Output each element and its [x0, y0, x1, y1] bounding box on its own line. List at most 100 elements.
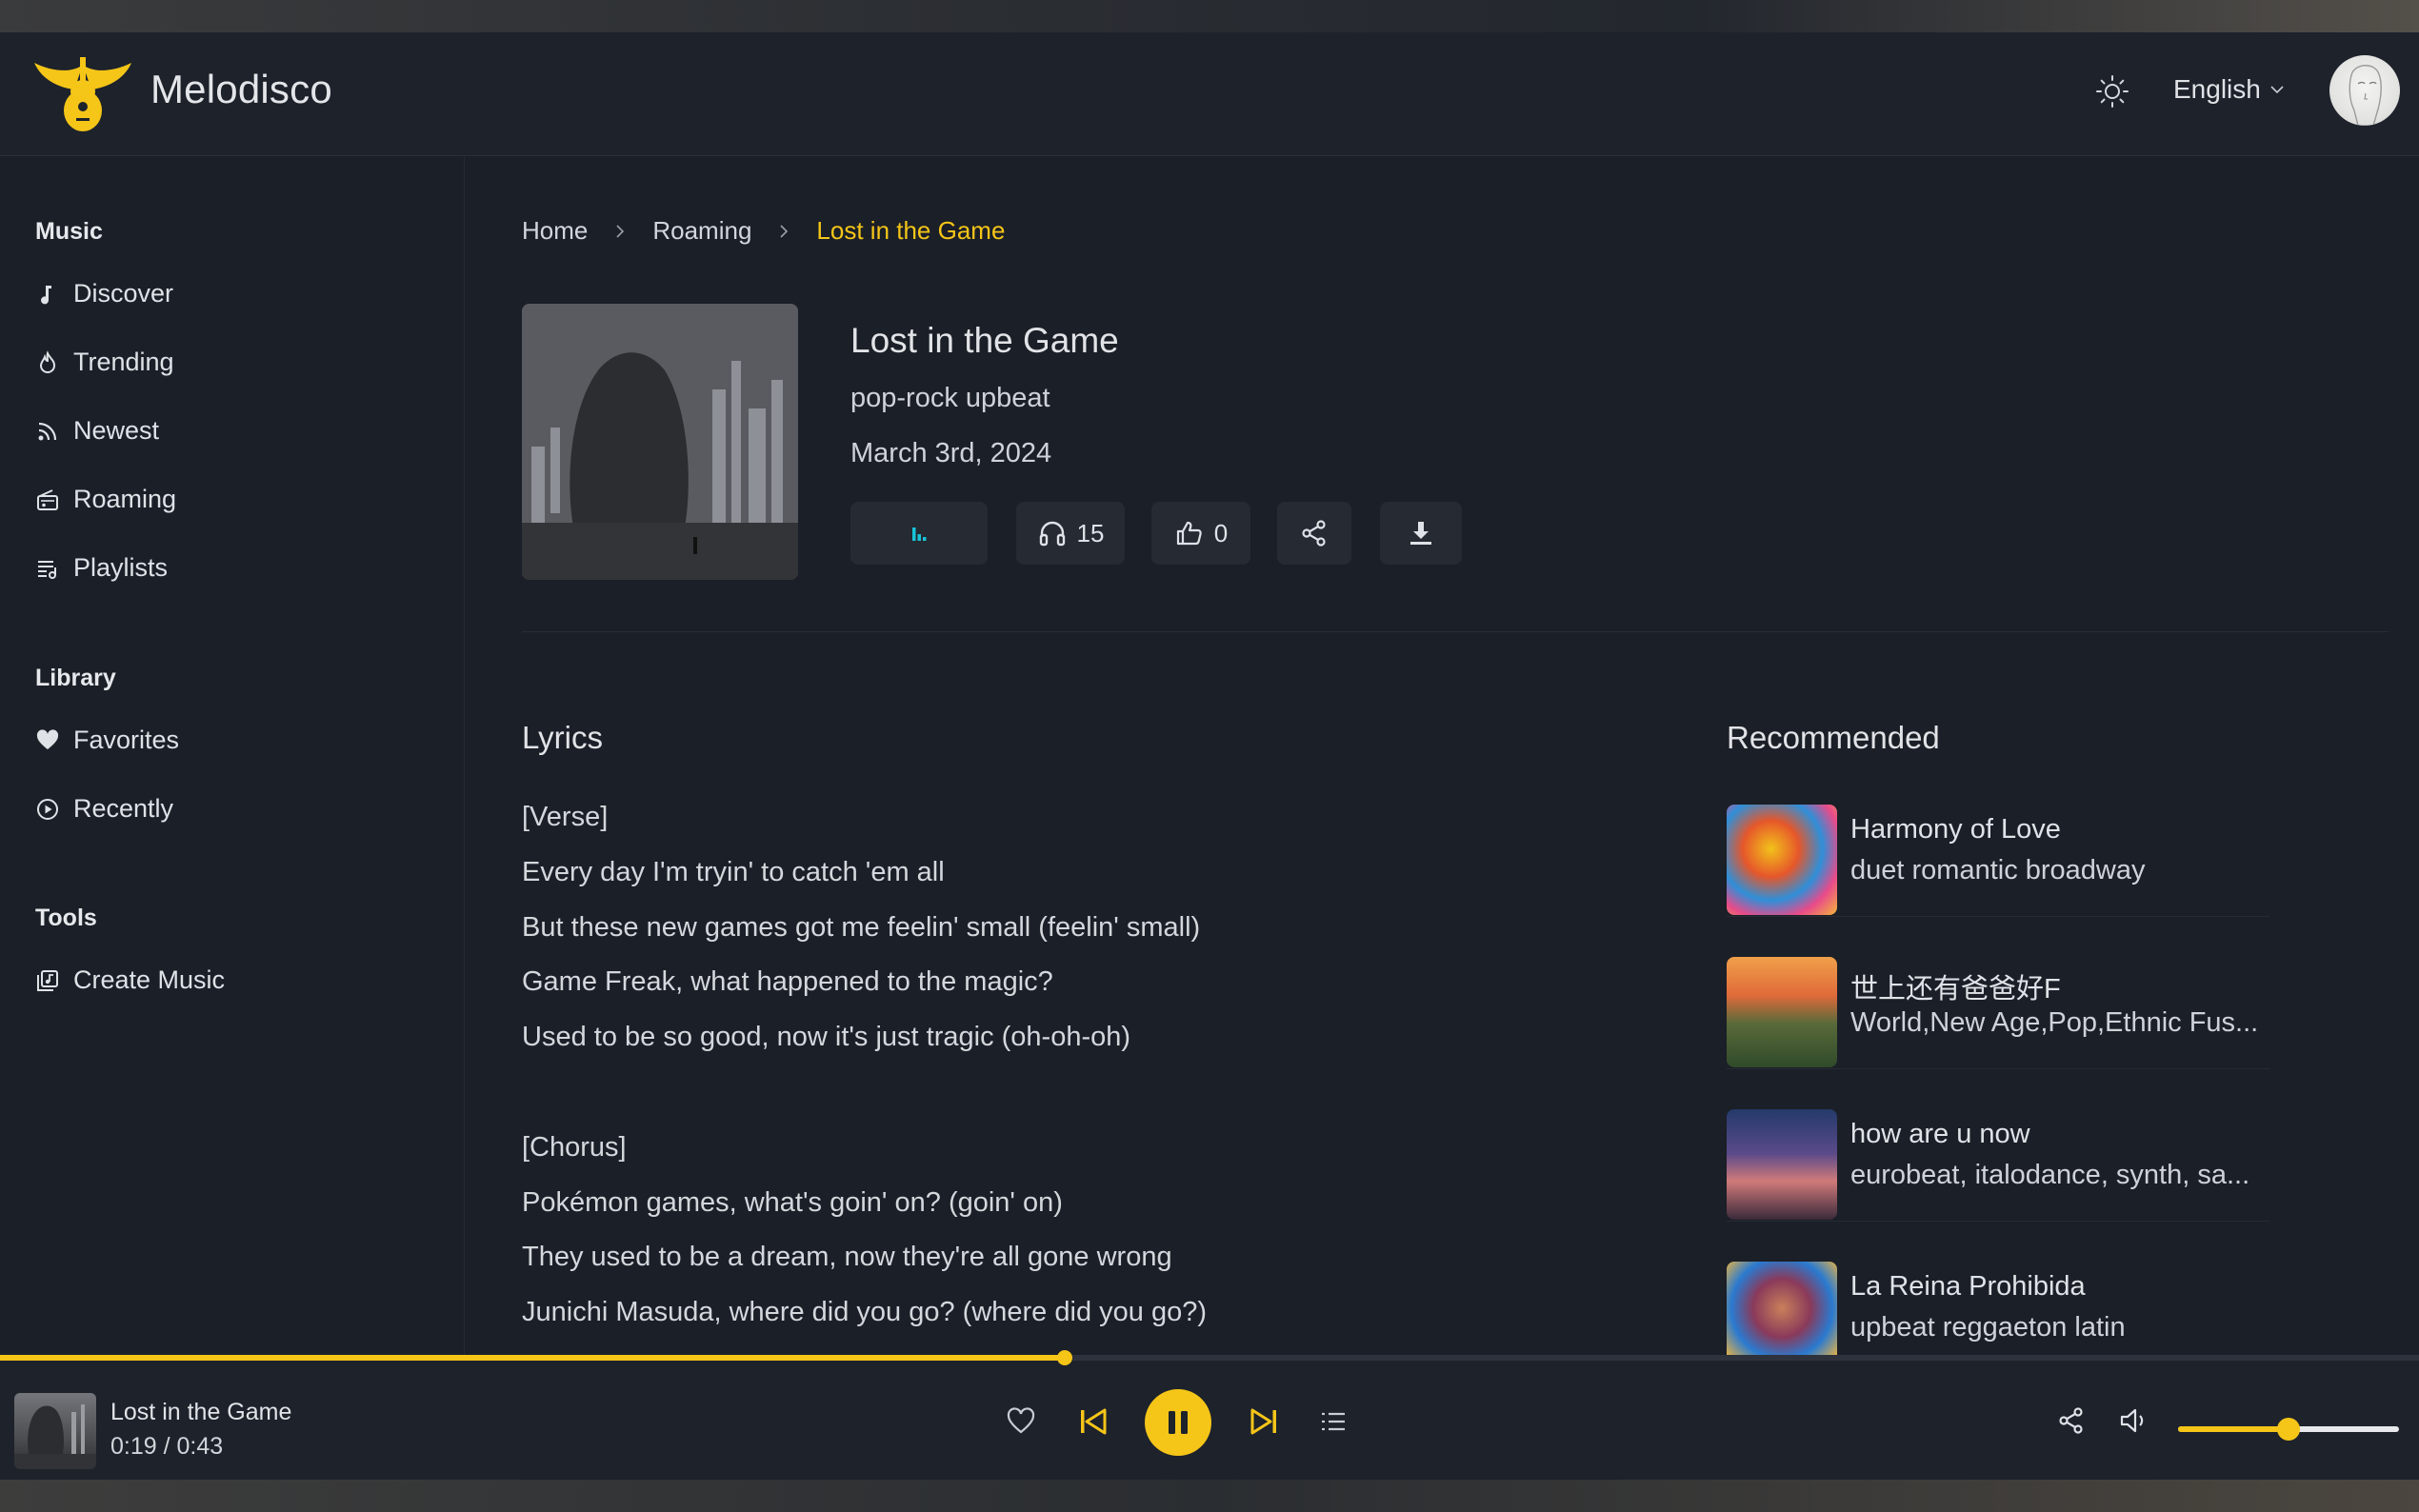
- sidebar-item-label: Trending: [73, 348, 174, 376]
- volume-slider[interactable]: [2178, 1418, 2399, 1441]
- recommended-thumbnail: [1727, 805, 1837, 915]
- sidebar-item-playlists[interactable]: Playlists: [35, 553, 168, 583]
- recommended-thumbnail: [1727, 1109, 1837, 1220]
- queue-button[interactable]: [1316, 1404, 1350, 1439]
- language-label: English: [2173, 74, 2261, 104]
- like-button[interactable]: 0: [1151, 502, 1250, 565]
- lyric-line: [Chorus]: [522, 1132, 627, 1163]
- sidebar-item-label: Playlists: [73, 553, 169, 582]
- player-bar: Lost in the Game 0:19 / 0:43: [0, 1350, 2419, 1480]
- sidebar-item-trending[interactable]: Trending: [35, 348, 174, 377]
- recommended-thumbnail: [1727, 1262, 1837, 1355]
- flame-icon: [39, 349, 56, 373]
- song-date: March 3rd, 2024: [850, 438, 1052, 468]
- now-playing-button[interactable]: [850, 502, 988, 565]
- chevron-down-icon: [2270, 86, 2284, 94]
- share-icon: [2059, 1407, 2083, 1434]
- main-content: Home Roaming Lost in the Game Lost in th…: [466, 157, 2419, 1355]
- sidebar-item-favorites[interactable]: Favorites: [35, 726, 179, 755]
- breadcrumb-roaming[interactable]: Roaming: [652, 216, 751, 246]
- recommended-thumbnail: [1727, 957, 1837, 1067]
- language-select[interactable]: English: [2173, 74, 2286, 105]
- listen-count-button[interactable]: 15: [1016, 502, 1125, 565]
- play-circle-icon: [37, 798, 58, 820]
- sidebar-item-label: Discover: [73, 279, 174, 308]
- sidebar-section-library: Library: [35, 665, 116, 691]
- user-avatar[interactable]: [2329, 55, 2400, 126]
- cover-art-image: [522, 304, 798, 580]
- thumbs-up-icon: [1176, 521, 1202, 546]
- rss-icon: [38, 422, 57, 440]
- lyrics-heading: Lyrics: [522, 720, 603, 755]
- window-bottom-strip: [0, 1480, 2419, 1512]
- brand-name[interactable]: Melodisco: [150, 67, 332, 112]
- lyric-line: Used to be so good, now it's just tragic…: [522, 1022, 1131, 1052]
- playback-progress-bar[interactable]: [0, 1350, 2419, 1365]
- recommended-item[interactable]: La Reina Prohibida upbeat reggaeton lati…: [1727, 1262, 2269, 1355]
- volume-slider-fill: [2178, 1426, 2289, 1432]
- like-count: 0: [1213, 518, 1229, 547]
- volume-slider-handle[interactable]: [2277, 1418, 2300, 1441]
- previous-track-button[interactable]: [1074, 1403, 1112, 1441]
- song-genre: pop-rock upbeat: [850, 383, 1050, 413]
- playback-progress-handle[interactable]: [1056, 1350, 1072, 1365]
- avatar-sketch-icon: [2349, 65, 2382, 126]
- sidebar: Music Discover Trending Newest Roaming P…: [0, 157, 465, 1355]
- heart-icon: [36, 728, 59, 749]
- equalizer-icon: [912, 527, 927, 541]
- lyric-line: Every day I'm tryin' to catch 'em all: [522, 857, 945, 887]
- sidebar-item-label: Newest: [73, 416, 160, 445]
- player-cover-art: [14, 1393, 96, 1469]
- pause-button[interactable]: [1145, 1389, 1211, 1456]
- chevron-right-icon: [616, 224, 625, 238]
- breadcrumb: Home Roaming Lost in the Game: [522, 216, 1005, 246]
- recommended-tags: duet romantic broadway: [1850, 855, 2146, 885]
- section-divider: [522, 631, 2389, 632]
- share-button[interactable]: [1277, 502, 1351, 565]
- window-top-strip: [0, 0, 2419, 32]
- breadcrumb-current: Lost in the Game: [816, 216, 1006, 245]
- recommended-title: how are u now: [1850, 1119, 2030, 1149]
- sidebar-item-recently[interactable]: Recently: [35, 794, 173, 824]
- theme-toggle-sun-icon[interactable]: [2093, 72, 2131, 110]
- recommended-item[interactable]: Harmony of Love duet romantic broadway: [1727, 805, 2269, 917]
- recommended-title: Harmony of Love: [1850, 814, 2061, 845]
- sidebar-item-newest[interactable]: Newest: [35, 416, 159, 446]
- chevron-right-icon: [780, 224, 789, 238]
- queue-list-icon: [1322, 1412, 1345, 1431]
- playlist-icon: [38, 560, 56, 579]
- sidebar-item-create-music[interactable]: Create Music: [35, 965, 225, 995]
- top-header: Melodisco English: [0, 32, 2419, 156]
- skip-next-icon: [1250, 1408, 1276, 1435]
- sidebar-section-music: Music: [35, 218, 103, 245]
- recommended-tags: upbeat reggaeton latin: [1850, 1312, 2126, 1343]
- sidebar-item-discover[interactable]: Discover: [35, 279, 173, 308]
- breadcrumb-home[interactable]: Home: [522, 216, 588, 246]
- next-track-button[interactable]: [1245, 1403, 1283, 1441]
- music-library-icon: [37, 969, 58, 991]
- skip-previous-icon: [1081, 1408, 1107, 1435]
- player-share-button[interactable]: [2053, 1403, 2089, 1439]
- mute-button[interactable]: [2114, 1403, 2152, 1439]
- recommended-title: 世上还有爸爸好F: [1850, 974, 2061, 1005]
- sidebar-item-label: Roaming: [73, 485, 177, 513]
- recommended-tags: eurobeat, italodance, synth, sa...: [1850, 1160, 2250, 1190]
- recommended-title: La Reina Prohibida: [1850, 1271, 2086, 1302]
- listen-count: 15: [1076, 518, 1105, 547]
- download-icon: [1410, 522, 1431, 545]
- pause-icon: [1169, 1411, 1188, 1434]
- lyric-line: But these new games got me feelin' small…: [522, 912, 1201, 943]
- sidebar-item-label: Recently: [73, 794, 174, 823]
- lyric-line: [Verse]: [522, 802, 609, 832]
- lyric-line: Pokémon games, what's goin' on? (goin' o…: [522, 1187, 1063, 1218]
- recommended-tags: World,New Age,Pop,Ethnic Fus...: [1850, 1007, 2259, 1038]
- guitar-wings-logo-icon[interactable]: [32, 55, 133, 135]
- sidebar-item-roaming[interactable]: Roaming: [35, 485, 176, 514]
- download-button[interactable]: [1380, 502, 1462, 565]
- headphones-icon: [1039, 521, 1065, 547]
- recommended-item[interactable]: 世上还有爸爸好F World,New Age,Pop,Ethnic Fus...: [1727, 957, 2269, 1069]
- lyric-line: Game Freak, what happened to the magic?: [522, 966, 1053, 997]
- lyric-line: They used to be a dream, now they're all…: [522, 1242, 1172, 1272]
- recommended-item[interactable]: how are u now eurobeat, italodance, synt…: [1727, 1109, 2269, 1222]
- favorite-button[interactable]: [1004, 1404, 1038, 1439]
